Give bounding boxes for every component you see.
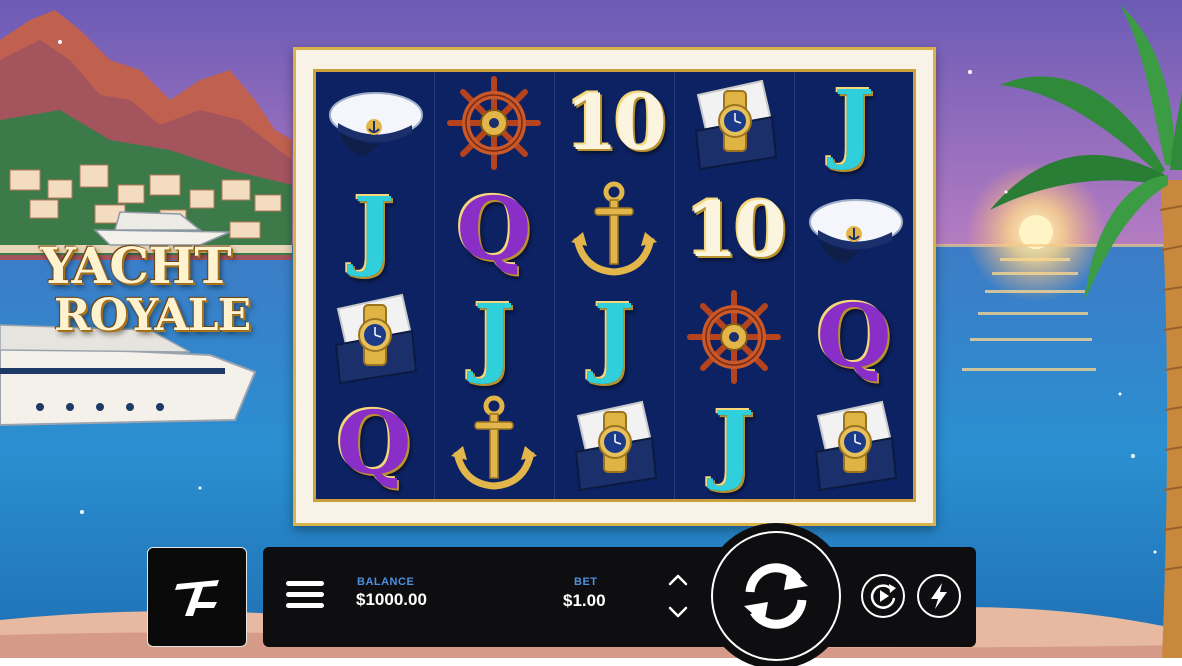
symbol-j-text: J bbox=[353, 179, 395, 280]
anchor-symbol-icon bbox=[559, 180, 669, 280]
symbol-j: J bbox=[679, 394, 789, 494]
symbol-q-text: Q bbox=[816, 286, 892, 387]
lightning-icon bbox=[931, 583, 947, 609]
brand-logo-tile bbox=[147, 547, 247, 647]
tl-logo-icon bbox=[175, 580, 219, 616]
symbol-q-text: Q bbox=[336, 393, 412, 494]
game-title-line1: YACHT bbox=[40, 236, 232, 295]
symbol-q-text: Q bbox=[456, 179, 532, 280]
symbol-j-text: J bbox=[713, 393, 755, 494]
menu-button[interactable] bbox=[286, 581, 324, 613]
symbol-j: J bbox=[319, 180, 429, 280]
reel-separator bbox=[674, 72, 675, 499]
watch-symbol-icon bbox=[799, 394, 909, 494]
helm-wheel-symbol-icon bbox=[439, 73, 549, 173]
spin-arrows-icon bbox=[744, 563, 808, 629]
captain-hat-symbol-icon bbox=[799, 180, 909, 280]
chevron-up-icon bbox=[668, 574, 688, 586]
symbol-j: J bbox=[439, 287, 549, 387]
bet-value: $1.00 bbox=[563, 591, 606, 610]
captain-hat-symbol-icon bbox=[319, 73, 429, 173]
chevron-down-icon bbox=[668, 606, 688, 618]
balance-value: $1000.00 bbox=[356, 590, 427, 609]
symbol-j-text: J bbox=[833, 72, 875, 173]
reel-separator bbox=[434, 72, 435, 499]
watch-symbol-icon bbox=[559, 394, 669, 494]
turbo-button[interactable] bbox=[917, 574, 961, 618]
symbol-j: J bbox=[559, 287, 669, 387]
game-title-line2: ROYALE bbox=[54, 290, 251, 341]
bet-decrease-button[interactable] bbox=[666, 603, 690, 621]
anchor-symbol-icon bbox=[439, 394, 549, 494]
symbol-10: 10 bbox=[559, 73, 669, 173]
balance-label: BALANCE bbox=[357, 576, 415, 588]
symbol-q: Q bbox=[439, 180, 549, 280]
symbol-10-text: 10 bbox=[565, 78, 667, 167]
watch-symbol-icon bbox=[319, 287, 429, 387]
bet-label: BET bbox=[574, 576, 598, 588]
watch-symbol-icon bbox=[679, 73, 789, 173]
autoplay-button[interactable] bbox=[861, 574, 905, 618]
reel-separator bbox=[794, 72, 795, 499]
reel-separator bbox=[554, 72, 555, 499]
symbol-10: 10 bbox=[679, 180, 789, 280]
autoplay-icon bbox=[870, 584, 896, 609]
bet-increase-button[interactable] bbox=[666, 571, 690, 589]
symbol-j-text: J bbox=[593, 286, 635, 387]
symbol-j: J bbox=[799, 73, 909, 173]
symbol-q: Q bbox=[799, 287, 909, 387]
symbol-10-text: 10 bbox=[685, 185, 787, 274]
hamburger-menu-icon bbox=[286, 581, 324, 608]
symbol-q: Q bbox=[319, 394, 429, 494]
helm-wheel-symbol-icon bbox=[679, 287, 789, 387]
symbol-j-text: J bbox=[473, 286, 515, 387]
